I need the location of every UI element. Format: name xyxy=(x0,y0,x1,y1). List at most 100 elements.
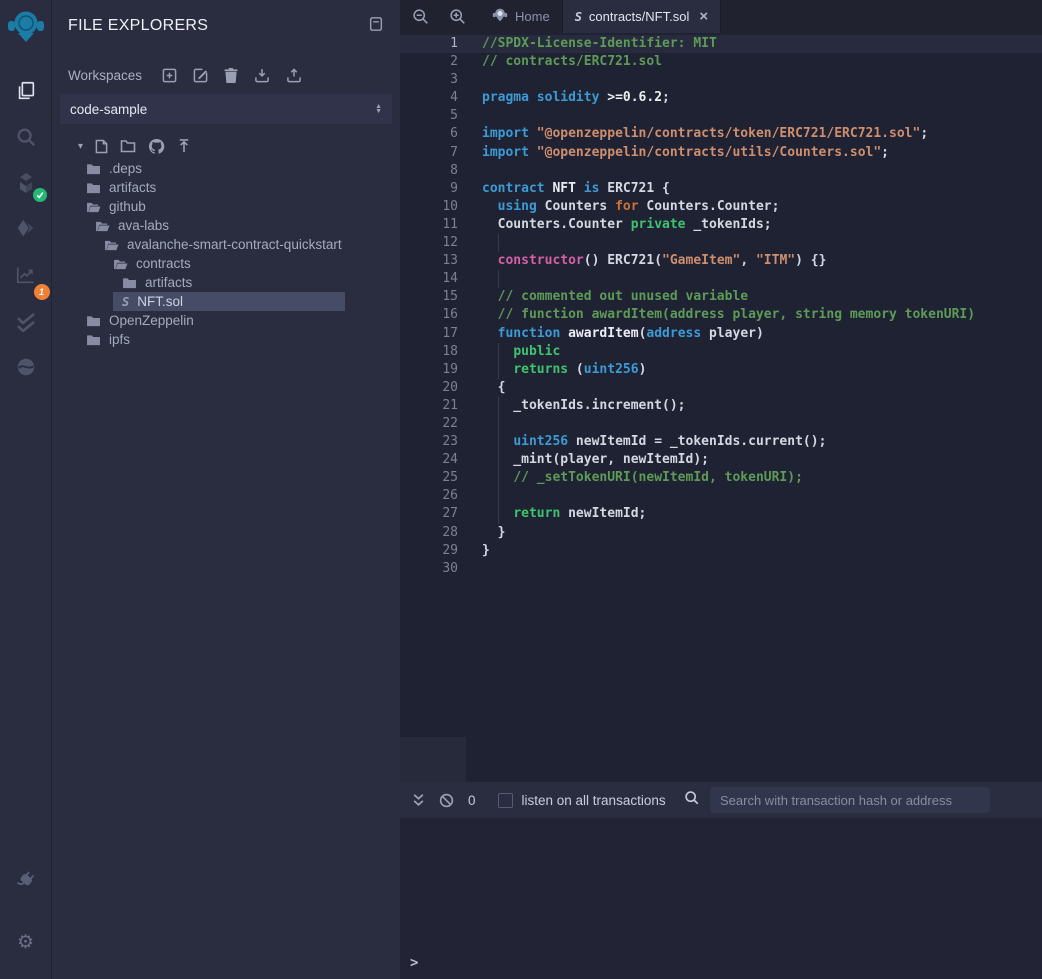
code-line-16[interactable]: 16 // function awardItem(address player,… xyxy=(400,306,1042,324)
tree-item-label: ava-labs xyxy=(118,218,169,233)
code-editor[interactable]: 1//SPDX-License-Identifier: MIT2// contr… xyxy=(400,33,1042,782)
tree-item-contracts[interactable]: contracts xyxy=(52,254,400,273)
code-line-5[interactable]: 5 xyxy=(400,107,1042,125)
code-line-24[interactable]: 24 _mint(player, newItemId); xyxy=(400,451,1042,469)
upload-workspaces-icon[interactable] xyxy=(286,68,302,83)
delete-workspace-icon[interactable] xyxy=(224,68,238,83)
analytics-badge: 1 xyxy=(34,284,50,300)
zoom-out-icon[interactable] xyxy=(412,8,429,25)
code-line-6[interactable]: 6import "@openzeppelin/contracts/token/E… xyxy=(400,125,1042,143)
expand-terminal-icon[interactable] xyxy=(412,793,425,807)
rail-deploy-run-button[interactable] xyxy=(8,211,44,247)
clear-console-icon[interactable] xyxy=(439,793,454,808)
line-number: 6 xyxy=(400,125,458,143)
code-line-19[interactable]: 19 returns (uint256) xyxy=(400,361,1042,379)
rail-analytics-button[interactable]: 1 xyxy=(8,257,44,293)
files-icon xyxy=(15,80,37,102)
rail-file-explorer-button[interactable] xyxy=(8,73,44,109)
download-workspaces-icon[interactable] xyxy=(254,68,270,83)
remix-logo xyxy=(6,7,46,54)
folder-open-icon xyxy=(104,239,119,251)
code-line-26[interactable]: 26 xyxy=(400,487,1042,505)
line-number: 12 xyxy=(400,234,458,252)
code-line-3[interactable]: 3 xyxy=(400,71,1042,89)
rename-workspace-icon[interactable] xyxy=(193,68,208,83)
solidity-file-icon: S xyxy=(575,10,582,24)
workspace-select[interactable]: code-sample ▲▼ xyxy=(60,94,392,124)
terminal-search-icon xyxy=(684,790,699,810)
gear-icon: ⚙ xyxy=(17,933,34,952)
solidity-compiler-icon xyxy=(16,172,36,194)
code-line-15[interactable]: 15 // commented out unused variable xyxy=(400,288,1042,306)
github-icon[interactable] xyxy=(148,138,165,155)
tab-nft-sol-label: contracts/NFT.sol xyxy=(589,9,689,24)
add-workspace-icon[interactable] xyxy=(162,68,177,83)
collapse-tree-icon[interactable]: ▾ xyxy=(78,141,83,152)
code-line-11[interactable]: 11 Counters.Counter private _tokenIds; xyxy=(400,216,1042,234)
tree-item-label: ipfs xyxy=(109,332,130,347)
code-line-21[interactable]: 21 _tokenIds.increment(); xyxy=(400,397,1042,415)
code-line-17[interactable]: 17 function awardItem(address player) xyxy=(400,325,1042,343)
file-tree: .depsartifactsgithubava-labsavalanche-sm… xyxy=(52,159,400,349)
code-line-14[interactable]: 14 xyxy=(400,270,1042,288)
rail-unit-testing-button[interactable] xyxy=(8,303,44,339)
book-icon[interactable] xyxy=(368,16,384,37)
code-line-25[interactable]: 25 // _setTokenURI(newItemId, tokenURI); xyxy=(400,469,1042,487)
line-number: 9 xyxy=(400,180,458,198)
tree-item-ipfs[interactable]: ipfs xyxy=(52,330,400,349)
code-line-18[interactable]: 18 public xyxy=(400,343,1042,361)
tab-home[interactable]: Home xyxy=(480,0,563,33)
code-line-30[interactable]: 30 xyxy=(400,560,1042,578)
rail-plugin-manager-button[interactable] xyxy=(8,862,44,898)
tree-item-openzeppelin[interactable]: OpenZeppelin xyxy=(52,311,400,330)
code-line-29[interactable]: 29} xyxy=(400,542,1042,560)
line-number: 16 xyxy=(400,306,458,324)
tree-item-nft.sol[interactable]: SNFT.sol xyxy=(52,292,400,311)
rail-search-button[interactable] xyxy=(8,119,44,155)
tree-item-.deps[interactable]: .deps xyxy=(52,159,400,178)
code-line-27[interactable]: 27 return newItemId; xyxy=(400,505,1042,523)
double-check-icon xyxy=(14,310,38,332)
terminal-prompt[interactable]: > xyxy=(410,955,418,971)
code-line-7[interactable]: 7import "@openzeppelin/contracts/utils/C… xyxy=(400,144,1042,162)
terminal-output[interactable]: > xyxy=(400,818,1042,979)
rail-solidity-compiler-button[interactable] xyxy=(8,165,44,201)
line-number: 29 xyxy=(400,542,458,560)
tree-item-avalanche-smart-contract-quickstart[interactable]: avalanche-smart-contract-quickstart xyxy=(52,235,400,254)
transaction-search-input[interactable] xyxy=(710,787,990,813)
code-line-9[interactable]: 9contract NFT is ERC721 { xyxy=(400,180,1042,198)
line-number: 3 xyxy=(400,71,458,89)
code-line-20[interactable]: 20 { xyxy=(400,379,1042,397)
code-line-1[interactable]: 1//SPDX-License-Identifier: MIT xyxy=(400,35,1042,53)
tree-item-ava-labs[interactable]: ava-labs xyxy=(52,216,400,235)
code-line-23[interactable]: 23 uint256 newItemId = _tokenIds.current… xyxy=(400,433,1042,451)
rail-settings-button[interactable]: ⚙ xyxy=(8,924,44,960)
tree-item-artifacts[interactable]: artifacts xyxy=(52,273,400,292)
close-tab-icon[interactable]: × xyxy=(699,8,708,25)
code-line-12[interactable]: 12 xyxy=(400,234,1042,252)
tab-nft-sol[interactable]: S contracts/NFT.sol × xyxy=(563,0,721,33)
code-line-22[interactable]: 22 xyxy=(400,415,1042,433)
listen-transactions-checkbox[interactable] xyxy=(498,793,513,808)
code-line-2[interactable]: 2// contracts/ERC721.sol xyxy=(400,53,1042,71)
editor-column: Home S contracts/NFT.sol × 1//SPDX-Licen… xyxy=(400,0,1042,979)
search-icon xyxy=(15,126,37,148)
new-file-icon[interactable] xyxy=(95,139,108,154)
transaction-count: 0 xyxy=(468,793,476,808)
new-folder-icon[interactable] xyxy=(120,139,136,153)
line-number: 20 xyxy=(400,379,458,397)
code-line-10[interactable]: 10 using Counters for Counters.Counter; xyxy=(400,198,1042,216)
line-number: 13 xyxy=(400,252,458,270)
code-line-8[interactable]: 8 xyxy=(400,162,1042,180)
line-number: 4 xyxy=(400,89,458,107)
line-number: 23 xyxy=(400,433,458,451)
code-line-28[interactable]: 28 } xyxy=(400,524,1042,542)
tree-item-github[interactable]: github xyxy=(52,197,400,216)
rail-plugin-circle-button[interactable] xyxy=(8,349,44,385)
zoom-in-icon[interactable] xyxy=(449,8,466,25)
code-line-13[interactable]: 13 constructor() ERC721("GameItem", "ITM… xyxy=(400,252,1042,270)
tree-item-artifacts[interactable]: artifacts xyxy=(52,178,400,197)
code-line-4[interactable]: 4pragma solidity >=0.6.2; xyxy=(400,89,1042,107)
editor-corner-overlay xyxy=(400,737,466,782)
publish-icon[interactable] xyxy=(177,139,191,154)
